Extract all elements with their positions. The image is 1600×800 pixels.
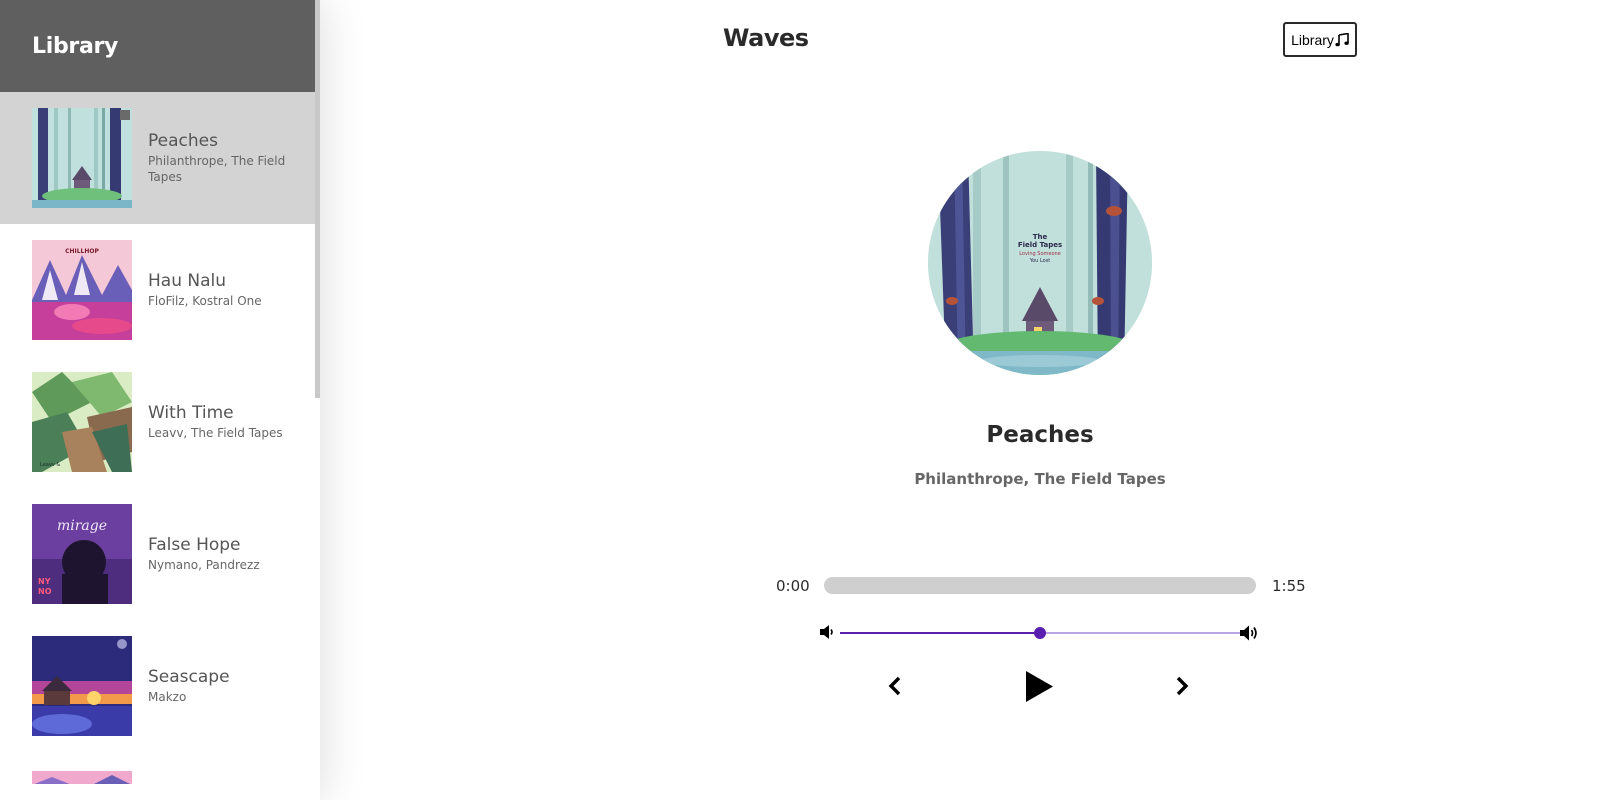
volume-slider-handle[interactable] (1034, 627, 1046, 639)
song-description: Seascape Makzo (132, 667, 258, 705)
current-song-cover: The Field Tapes Loving Someone You Lost (928, 151, 1152, 375)
song-cover-thumbnail: CHILLHOP (32, 240, 132, 340)
song-cover-thumbnail: mirage NY NO (32, 504, 132, 604)
volume-low-icon[interactable] (820, 624, 834, 640)
duration: 1:55 (1272, 577, 1306, 595)
song-description: With Time Leavv, The Field Tapes (132, 403, 311, 441)
song-cover-thumbnail (32, 108, 132, 208)
library-button-label: Library (1291, 31, 1334, 48)
current-song-artist: Philanthrope, The Field Tapes (914, 470, 1166, 488)
song-description: False Hope Nymano, Pandrezz (132, 535, 288, 573)
song-cover-thumbnail-partial[interactable] (32, 770, 132, 784)
current-time: 0:00 (776, 577, 810, 595)
svg-text:mirage: mirage (57, 518, 107, 534)
song-description: Peaches Philanthrope, The Field Tapes (132, 131, 320, 185)
svg-text:Loving Someone: Loving Someone (1019, 251, 1061, 257)
library-song-artist: FloFilz, Kostral One (148, 294, 262, 308)
svg-text:NY: NY (38, 577, 51, 586)
song-cover-thumbnail: Leavv & (32, 372, 132, 472)
volume-slider-fill (840, 632, 1040, 634)
play-icon[interactable] (1024, 670, 1054, 703)
song-cover-thumbnail (32, 636, 132, 736)
library-sidebar: Library Peaches Philanthrope, The Field … (0, 0, 320, 800)
library-song-artist: Nymano, Pandrezz (148, 558, 260, 572)
svg-text:You Lost: You Lost (1029, 258, 1051, 264)
library-song-hau-nalu[interactable]: CHILLHOP Hau Nalu FloFilz, Kostral One (0, 224, 320, 356)
library-song-seascape[interactable]: Seascape Makzo (0, 620, 320, 752)
svg-text:CHILLHOP: CHILLHOP (65, 248, 99, 255)
svg-text:Field Tapes: Field Tapes (1018, 241, 1062, 249)
library-toggle-button[interactable]: Library (1283, 22, 1357, 57)
library-song-artist: Makzo (148, 690, 187, 704)
volume-high-icon[interactable] (1240, 624, 1260, 642)
svg-text:NO: NO (38, 587, 52, 596)
library-song-title: Hau Nalu (148, 271, 227, 291)
music-note-icon (1335, 32, 1349, 46)
library-song-false-hope[interactable]: mirage NY NO False Hope Nymano, Pandrezz (0, 488, 320, 620)
volume-slider[interactable] (840, 627, 1240, 639)
library-song-artist: Leavv, The Field Tapes (148, 426, 283, 440)
next-icon[interactable] (1175, 676, 1189, 696)
previous-icon[interactable] (888, 676, 902, 696)
library-song-artist: Philanthrope, The Field Tapes (148, 154, 286, 184)
library-song-list: Peaches Philanthrope, The Field Tapes CH… (0, 92, 320, 784)
library-header: Library (0, 0, 320, 92)
svg-text:Leavv &: Leavv & (40, 462, 60, 468)
library-scrollbar[interactable] (315, 0, 320, 398)
library-song-peaches[interactable]: Peaches Philanthrope, The Field Tapes (0, 92, 320, 224)
app-title: Waves (723, 24, 809, 52)
library-heading: Library (32, 33, 119, 59)
current-song-title: Peaches (986, 422, 1094, 448)
song-description: Hau Nalu FloFilz, Kostral One (132, 271, 290, 309)
library-song-title: With Time (148, 403, 234, 423)
library-song-title: False Hope (148, 535, 241, 555)
library-song-with-time[interactable]: Leavv & With Time Leavv, The Field Tapes (0, 356, 320, 488)
library-song-title: Peaches (148, 131, 218, 151)
library-song-title: Seascape (148, 667, 230, 687)
svg-text:The: The (1033, 233, 1048, 241)
progress-track[interactable] (824, 577, 1256, 594)
